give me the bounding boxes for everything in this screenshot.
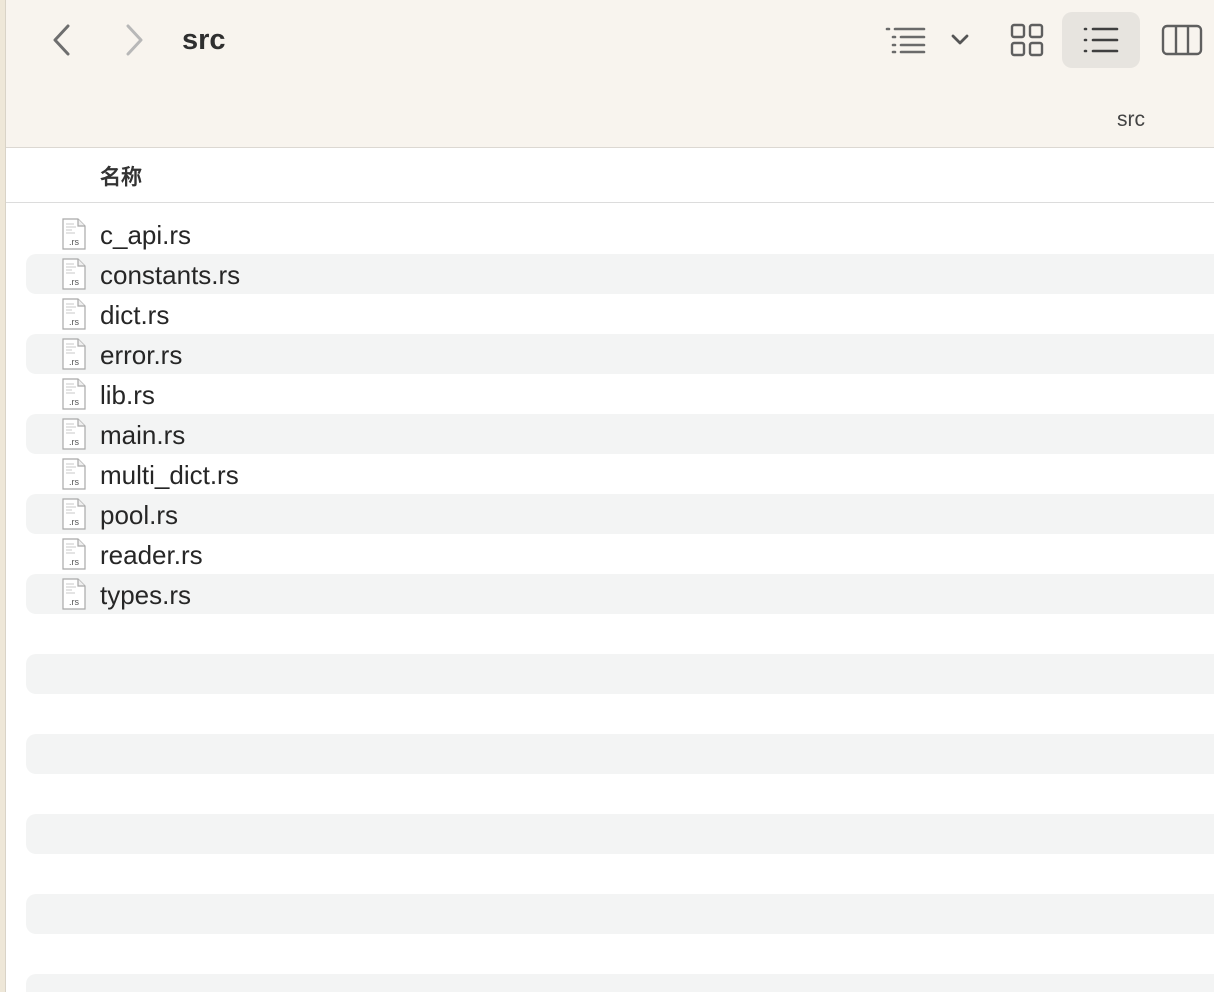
rust-file-icon: .rs [62, 458, 86, 490]
rust-file-icon: .rs [62, 498, 86, 530]
empty-row [26, 894, 1214, 934]
list-header: 名称 [6, 149, 1214, 203]
grid-icon [1010, 23, 1044, 57]
rust-file-icon: .rs [62, 418, 86, 450]
empty-row [26, 934, 1214, 974]
file-icon-label: .rs [69, 277, 79, 287]
rust-file-icon: .rs [62, 378, 86, 410]
file-row[interactable]: .rs constants.rs [26, 254, 1214, 294]
empty-row [26, 614, 1214, 654]
rust-file-icon: .rs [62, 298, 86, 330]
file-name: pool.rs [100, 500, 179, 530]
file-row[interactable]: .rs main.rs [26, 414, 1214, 454]
chevron-right-icon [126, 24, 143, 56]
group-by-list-icon [885, 27, 926, 54]
file-row[interactable]: .rs reader.rs [26, 534, 1214, 574]
file-icon-label: .rs [69, 437, 79, 447]
file-icon-label: .rs [69, 517, 79, 527]
empty-row-stripes [26, 614, 1214, 992]
icon-view-button[interactable] [988, 12, 1066, 68]
file-row[interactable]: .rs multi_dict.rs [26, 454, 1214, 494]
file-icon-label: .rs [69, 237, 79, 247]
forward-button[interactable] [112, 18, 156, 62]
rust-file-icon: .rs [62, 538, 86, 570]
file-icon-label: .rs [69, 357, 79, 367]
file-row[interactable]: .rs c_api.rs [26, 214, 1214, 254]
chevron-down-icon [951, 34, 969, 45]
file-row[interactable]: .rs pool.rs [26, 494, 1214, 534]
list-view-button[interactable] [1062, 12, 1140, 68]
group-by-button[interactable] [884, 18, 970, 62]
file-icon-label: .rs [69, 557, 79, 567]
file-row[interactable]: .rs dict.rs [26, 294, 1214, 334]
file-name: error.rs [100, 340, 183, 370]
file-name: types.rs [100, 580, 192, 610]
toolbar: src src [6, 0, 1214, 148]
file-icon-label: .rs [69, 477, 79, 487]
file-name: c_api.rs [100, 220, 192, 250]
file-list: .rs c_api.rs .rs constants.rs .rs dict.rs .rs e… [26, 214, 1214, 614]
columns-icon [1161, 24, 1203, 56]
file-icon-label: .rs [69, 317, 79, 327]
file-row[interactable]: .rs types.rs [26, 574, 1214, 614]
finder-window: src src 名称 .rs c_api.rs .rs constants.rs… [0, 0, 1214, 992]
list-icon [1083, 27, 1119, 53]
window-title: src [182, 24, 226, 56]
rust-file-icon: .rs [62, 218, 86, 250]
chevron-left-icon [53, 24, 70, 56]
empty-row [26, 774, 1214, 814]
column-view-button[interactable] [1150, 12, 1214, 68]
file-row[interactable]: .rs lib.rs [26, 374, 1214, 414]
empty-row [26, 654, 1214, 694]
empty-row [26, 974, 1214, 992]
rust-file-icon: .rs [62, 578, 86, 610]
file-name: reader.rs [100, 540, 203, 570]
empty-row [26, 814, 1214, 854]
rust-file-icon: .rs [62, 258, 86, 290]
rust-file-icon: .rs [62, 338, 86, 370]
file-icon-label: .rs [69, 597, 79, 607]
back-button[interactable] [40, 18, 84, 62]
file-name: main.rs [100, 420, 186, 450]
column-header-name[interactable]: 名称 [100, 161, 142, 191]
file-name: constants.rs [100, 260, 241, 290]
empty-row [26, 734, 1214, 774]
path-label: src [1117, 108, 1145, 131]
empty-row [26, 694, 1214, 734]
file-row[interactable]: .rs error.rs [26, 334, 1214, 374]
file-icon-label: .rs [69, 397, 79, 407]
file-name: dict.rs [100, 300, 170, 330]
file-name: lib.rs [100, 380, 155, 410]
empty-row [26, 854, 1214, 894]
file-name: multi_dict.rs [100, 460, 239, 490]
